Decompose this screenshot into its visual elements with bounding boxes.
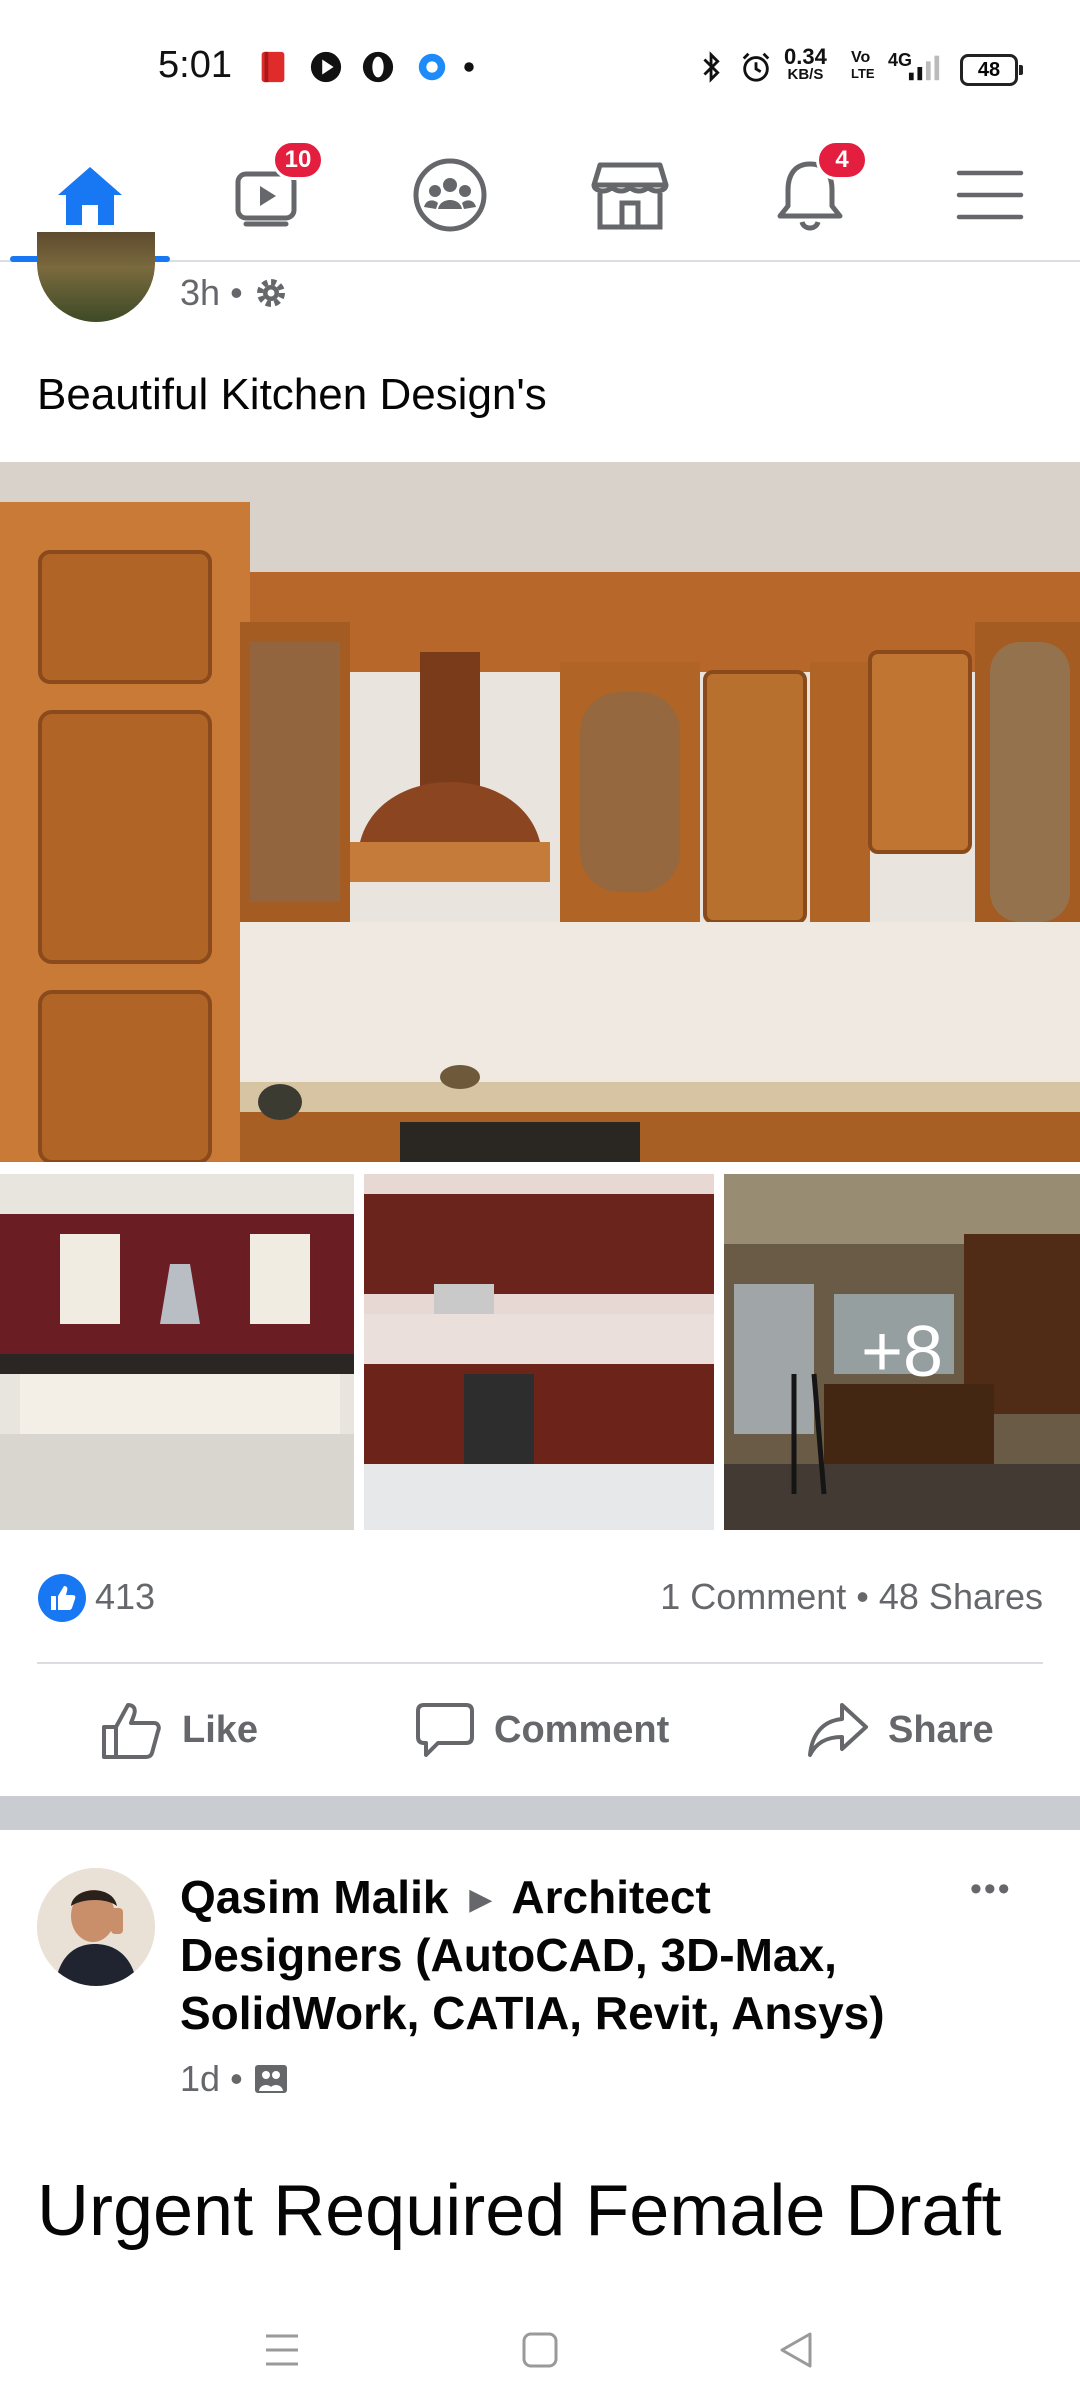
home-button-icon[interactable] bbox=[520, 2330, 560, 2370]
post2-text: Urgent Required Female Draft bbox=[37, 2171, 1002, 2251]
group-audience-icon bbox=[254, 2065, 287, 2093]
thumbs-up-icon bbox=[102, 1703, 161, 1759]
like-label: Like bbox=[182, 1708, 259, 1751]
like-reaction-icon bbox=[38, 1574, 86, 1622]
marketplace-icon bbox=[591, 162, 669, 230]
app-notification-icon bbox=[261, 51, 285, 83]
nav-notifications[interactable]: 4 bbox=[720, 130, 900, 260]
more-photos-count: +8 bbox=[724, 1174, 1080, 1530]
gear-icon bbox=[256, 279, 285, 307]
post-divider bbox=[37, 1662, 1043, 1664]
feed-separator bbox=[0, 1796, 1080, 1830]
kitchen-photo bbox=[364, 1174, 714, 1530]
post2-author-name[interactable]: Qasim Malik bbox=[180, 1871, 448, 1923]
post-photo-3[interactable] bbox=[364, 1174, 714, 1530]
hamburger-menu-icon bbox=[956, 170, 1024, 220]
app-dot-icon bbox=[418, 53, 446, 81]
nav-groups[interactable] bbox=[360, 130, 540, 260]
post2-group-line3[interactable]: SolidWork, CATIA, Revit, Ansys) bbox=[180, 1984, 885, 2042]
back-icon[interactable] bbox=[776, 2330, 816, 2370]
watch-badge: 10 bbox=[272, 140, 324, 180]
like-button[interactable]: Like bbox=[100, 1690, 258, 1770]
comments-shares-count[interactable]: 1 Comment • 48 Shares bbox=[660, 1576, 1043, 1618]
post-text: Beautiful Kitchen Design's bbox=[37, 370, 547, 419]
notifications-badge: 4 bbox=[816, 140, 868, 180]
play-notification-icon bbox=[310, 51, 342, 83]
kitchen-photo bbox=[0, 462, 1080, 1162]
post2-meta: 1d • bbox=[180, 2058, 289, 2100]
post-photo-main[interactable] bbox=[0, 462, 1080, 1162]
post2-arrow: ▶ bbox=[469, 1883, 493, 1916]
comment-icon bbox=[416, 1703, 474, 1757]
post2-group-name[interactable]: Architect bbox=[511, 1871, 710, 1923]
kitchen-photo bbox=[0, 1174, 354, 1530]
post-photo-2[interactable] bbox=[0, 1174, 354, 1530]
bluetooth-icon bbox=[703, 51, 720, 83]
comment-label: Comment bbox=[494, 1708, 670, 1751]
post2-author-avatar[interactable] bbox=[37, 1868, 155, 1986]
top-navigation: 10 4 bbox=[0, 130, 1080, 262]
recent-apps-icon[interactable] bbox=[262, 2332, 302, 2368]
system-navigation-bar bbox=[0, 2280, 1080, 2400]
post-time: 3h bbox=[180, 272, 221, 313]
post-photo-4[interactable]: +8 bbox=[724, 1174, 1080, 1530]
alarm-icon bbox=[742, 52, 770, 82]
post2-title-line1: Qasim Malik ▶ Architect bbox=[180, 1868, 711, 1929]
post2-group-line2[interactable]: Designers (AutoCAD, 3D-Max, bbox=[180, 1926, 837, 1984]
post2-more-button[interactable]: ••• bbox=[970, 1870, 1012, 1909]
more-notifications-dot-icon bbox=[464, 62, 474, 72]
status-bar: 5:01 0.34 KB/S Vo LTE 4G 48 bbox=[0, 0, 1080, 130]
post-stats: 413 1 Comment • 48 Shares bbox=[37, 1570, 1043, 1626]
post-meta: 3h • bbox=[180, 272, 289, 314]
comment-button[interactable]: Comment bbox=[414, 1690, 669, 1770]
signal-icon bbox=[908, 55, 940, 81]
network-speed: 0.34 KB/S bbox=[784, 44, 827, 84]
battery-indicator: 48 bbox=[960, 54, 1023, 86]
groups-icon bbox=[413, 158, 487, 232]
volte-indicator: Vo LTE bbox=[851, 49, 875, 82]
person-photo bbox=[37, 1868, 155, 1986]
home-icon bbox=[58, 167, 122, 225]
opera-icon bbox=[362, 51, 394, 83]
share-label: Share bbox=[888, 1708, 994, 1751]
status-time: 5:01 bbox=[158, 44, 232, 86]
nav-menu[interactable] bbox=[900, 130, 1080, 260]
share-button[interactable]: Share bbox=[806, 1690, 994, 1770]
post-author-avatar[interactable] bbox=[37, 232, 155, 322]
nav-watch[interactable]: 10 bbox=[180, 130, 360, 260]
share-icon bbox=[808, 1703, 868, 1757]
nav-marketplace[interactable] bbox=[540, 130, 720, 260]
reaction-count[interactable]: 413 bbox=[95, 1576, 155, 1618]
post2-time: 1d bbox=[180, 2058, 221, 2099]
